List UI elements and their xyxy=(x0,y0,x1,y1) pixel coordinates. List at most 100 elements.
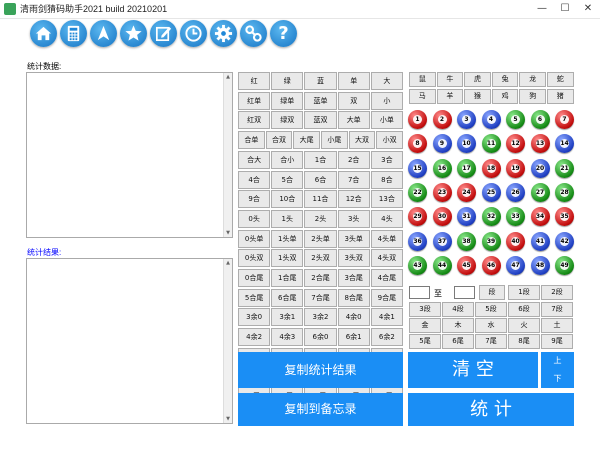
attr-button[interactable]: 7合 xyxy=(337,170,370,189)
count-button[interactable]: 统 计 xyxy=(408,393,574,426)
attr-button[interactable]: 单 xyxy=(337,72,370,90)
segment-button[interactable]: 木 xyxy=(442,318,474,333)
segment-button[interactable]: 金 xyxy=(409,318,441,333)
clear-button[interactable]: 清 空 xyxy=(408,352,538,388)
attr-button[interactable]: 合小 xyxy=(271,150,304,169)
number-ball[interactable]: 15 xyxy=(408,158,427,178)
attr-button[interactable]: 5合尾 xyxy=(238,288,271,307)
number-ball[interactable]: 35 xyxy=(555,207,574,227)
segment-button[interactable]: 9尾 xyxy=(541,334,573,349)
segment-button[interactable]: 6段 xyxy=(508,302,540,317)
segment-button[interactable]: 水 xyxy=(475,318,507,333)
copy-result-button[interactable]: 复制统计结果 xyxy=(238,352,403,388)
scroll-down-arrow-icon[interactable]: ▼ xyxy=(224,229,232,237)
attr-button[interactable]: 6余2 xyxy=(370,328,403,347)
segment-button[interactable]: 3段 xyxy=(409,302,441,317)
number-ball[interactable]: 19 xyxy=(506,158,525,178)
segment-button[interactable]: 2段 xyxy=(541,285,573,300)
number-ball[interactable]: 25 xyxy=(481,182,501,202)
number-ball[interactable]: 4 xyxy=(481,110,501,129)
zodiac-button[interactable]: 蛇 xyxy=(547,72,574,87)
segment-button[interactable]: 1段 xyxy=(508,285,540,300)
help-button[interactable]: ? xyxy=(270,20,297,47)
number-ball[interactable]: 22 xyxy=(408,182,427,202)
segment-button[interactable]: 7尾 xyxy=(475,334,507,349)
attr-button[interactable]: 3合 xyxy=(370,150,403,169)
zodiac-button[interactable]: 猴 xyxy=(464,89,491,104)
attr-button[interactable]: 小尾 xyxy=(321,131,348,150)
attr-button[interactable]: 4合尾 xyxy=(370,269,403,287)
number-ball[interactable]: 40 xyxy=(506,231,525,251)
settings-button[interactable] xyxy=(210,20,237,47)
link-button[interactable] xyxy=(240,20,267,47)
attr-button[interactable]: 8合 xyxy=(370,170,403,189)
number-ball[interactable]: 3 xyxy=(457,110,476,129)
zodiac-button[interactable]: 虎 xyxy=(464,72,491,87)
segment-button[interactable]: 火 xyxy=(508,318,540,333)
attr-button[interactable]: 6余0 xyxy=(304,328,337,347)
attr-button[interactable]: 6合尾 xyxy=(271,288,304,307)
attr-button[interactable]: 双 xyxy=(337,91,370,110)
attr-button[interactable]: 4头单 xyxy=(370,229,403,248)
number-ball[interactable]: 48 xyxy=(530,255,550,275)
range-end-input[interactable] xyxy=(454,286,475,299)
navigate-button[interactable] xyxy=(90,20,117,47)
attr-button[interactable]: 蓝双 xyxy=(304,111,337,130)
number-ball[interactable]: 5 xyxy=(506,110,525,129)
attr-button[interactable]: 3合尾 xyxy=(337,269,370,287)
number-ball[interactable]: 6 xyxy=(530,110,550,129)
attr-button[interactable]: 4余3 xyxy=(271,328,304,347)
attr-button[interactable]: 4余2 xyxy=(238,328,271,347)
stats-data-scrollbar[interactable]: ▲ ▼ xyxy=(223,73,232,237)
number-ball[interactable]: 18 xyxy=(481,158,501,178)
number-ball[interactable]: 10 xyxy=(457,134,476,154)
attr-button[interactable]: 合大 xyxy=(238,150,271,169)
number-ball[interactable]: 45 xyxy=(457,255,476,275)
attr-button[interactable]: 3头双 xyxy=(337,249,370,268)
zodiac-button[interactable]: 狗 xyxy=(519,89,546,104)
attr-button[interactable]: 10合 xyxy=(271,190,304,209)
segment-button[interactable]: 8尾 xyxy=(508,334,540,349)
stats-result-textarea[interactable]: ▲ ▼ xyxy=(26,258,233,424)
zodiac-button[interactable]: 龙 xyxy=(519,72,546,87)
number-ball[interactable]: 29 xyxy=(408,207,427,227)
number-ball[interactable]: 12 xyxy=(506,134,525,154)
number-ball[interactable]: 38 xyxy=(457,231,476,251)
copy-to-memo-button[interactable]: 复制到备忘录 xyxy=(238,393,403,426)
number-ball[interactable]: 21 xyxy=(555,158,574,178)
number-ball[interactable]: 2 xyxy=(432,110,452,129)
attr-button[interactable]: 2合尾 xyxy=(304,269,337,287)
attr-button[interactable]: 1合 xyxy=(304,150,337,169)
range-start-input[interactable] xyxy=(409,286,430,299)
attr-button[interactable]: 2头单 xyxy=(304,229,337,248)
number-ball[interactable]: 46 xyxy=(481,255,501,275)
attr-button[interactable]: 4余1 xyxy=(370,308,403,327)
number-ball[interactable]: 27 xyxy=(530,182,550,202)
number-ball[interactable]: 33 xyxy=(506,207,525,227)
number-ball[interactable]: 8 xyxy=(408,134,427,154)
attr-button[interactable]: 3头 xyxy=(337,209,370,228)
attr-button[interactable]: 9合尾 xyxy=(370,288,403,307)
number-ball[interactable]: 44 xyxy=(432,255,452,275)
attr-button[interactable]: 大 xyxy=(370,72,403,90)
number-ball[interactable]: 17 xyxy=(457,158,476,178)
attr-button[interactable]: 合单 xyxy=(238,131,265,150)
number-ball[interactable]: 34 xyxy=(530,207,550,227)
attr-button[interactable]: 小 xyxy=(370,91,403,110)
number-ball[interactable]: 26 xyxy=(506,182,525,202)
attr-button[interactable]: 大双 xyxy=(348,131,376,150)
zodiac-button[interactable]: 兔 xyxy=(491,72,519,87)
home-button[interactable] xyxy=(30,20,57,47)
attr-button[interactable]: 合双 xyxy=(265,131,293,150)
segment-button[interactable]: 7段 xyxy=(541,302,573,317)
attr-button[interactable]: 13合 xyxy=(370,190,403,209)
up-button[interactable]: 上 xyxy=(540,352,574,370)
attr-button[interactable]: 6余1 xyxy=(337,328,370,347)
number-ball[interactable]: 23 xyxy=(432,182,452,202)
attr-button[interactable]: 4头 xyxy=(370,209,403,228)
number-ball[interactable]: 39 xyxy=(481,231,501,251)
attr-button[interactable]: 3余2 xyxy=(304,308,337,327)
history-button[interactable] xyxy=(180,20,207,47)
number-ball[interactable]: 31 xyxy=(457,207,476,227)
segment-button[interactable]: 5段 xyxy=(475,302,507,317)
